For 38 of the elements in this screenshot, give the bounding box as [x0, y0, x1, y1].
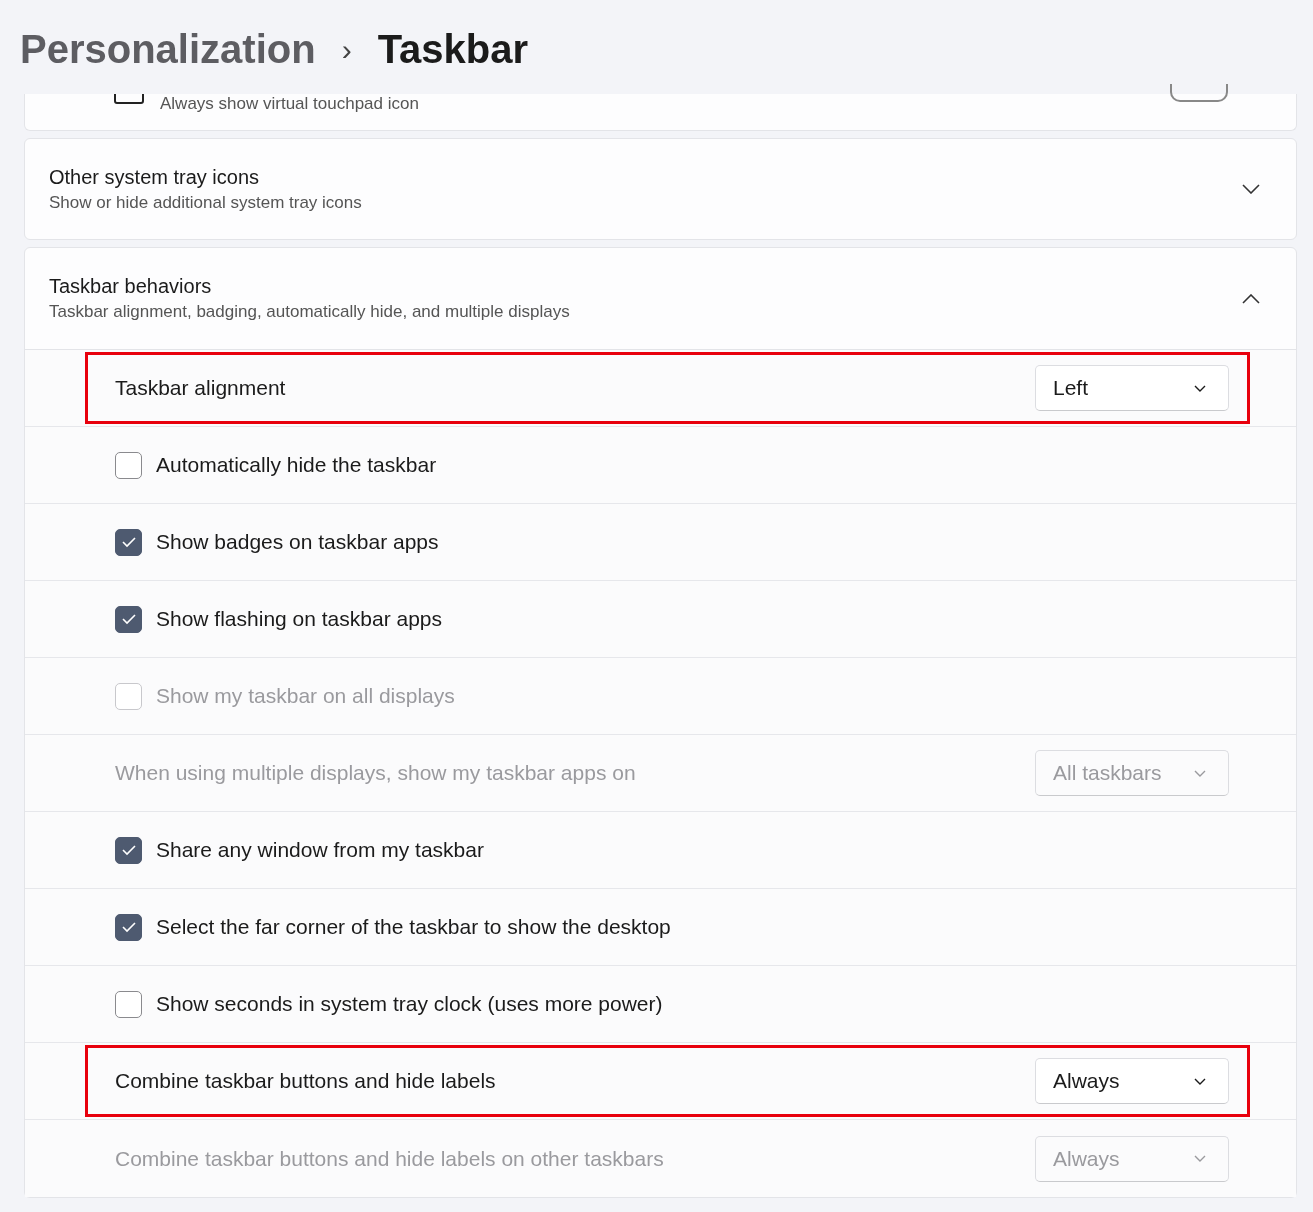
- checkbox-label: Show my taskbar on all displays: [156, 684, 456, 708]
- setting-title: Taskbar behaviors: [49, 275, 213, 298]
- checkbox-label: Automatically hide the taskbar: [156, 453, 438, 477]
- setting-description: Show or hide additional system tray icons: [49, 192, 362, 213]
- chevron-icon: [1194, 1077, 1206, 1085]
- check-icon: [120, 613, 137, 625]
- check-icon: [120, 844, 137, 856]
- checkbox-label: Show flashing on taskbar apps: [156, 607, 443, 631]
- setting-label: Combine taskbar buttons and hide labels: [115, 1069, 497, 1093]
- breadcrumb-separator: ›: [341, 32, 352, 67]
- setting-label: Combine taskbar buttons and hide labels on other taskbars: [115, 1146, 665, 1171]
- setting-description: Always show virtual touchpad icon: [160, 94, 419, 114]
- checkbox[interactable]: [115, 451, 142, 479]
- dropdown[interactable]: Left: [1035, 365, 1229, 411]
- checkbox[interactable]: [115, 990, 142, 1018]
- breadcrumb-parent[interactable]: Personalization: [20, 27, 316, 72]
- check-icon: [120, 921, 137, 933]
- expander-card[interactable]: Other system tray icons Show or hide additional system tray icons: [24, 138, 1297, 240]
- toggle-switch[interactable]: [1170, 84, 1228, 102]
- chevron-icon: [1194, 384, 1206, 392]
- page-title: Taskbar: [377, 27, 529, 72]
- setting-title: Other system tray icons: [49, 165, 261, 189]
- setting-label: Taskbar alignment: [115, 376, 287, 400]
- dropdown[interactable]: Always: [1035, 1058, 1229, 1104]
- checkbox-label: Show badges on taskbar apps: [156, 530, 440, 554]
- setting-description: Taskbar alignment, badging, automatically hide, and multiple displays: [49, 302, 570, 322]
- checkbox[interactable]: [115, 913, 142, 941]
- chevron-icon: [1194, 769, 1206, 777]
- checkbox-label: Select the far corner of the taskbar to show the desktop: [156, 915, 672, 939]
- checkbox[interactable]: [115, 836, 142, 864]
- checkbox[interactable]: [115, 528, 142, 556]
- checkbox[interactable]: [115, 605, 142, 633]
- touchpad-icon: [113, 94, 145, 104]
- checkbox-label: Show seconds in system tray clock (uses more power): [156, 992, 664, 1016]
- chevron-icon: [1194, 1155, 1206, 1162]
- check-icon: [120, 536, 137, 548]
- setting-label: When using multiple displays, show my taskbar apps on: [115, 761, 637, 785]
- checkbox-label: Share any window from my taskbar: [156, 838, 485, 862]
